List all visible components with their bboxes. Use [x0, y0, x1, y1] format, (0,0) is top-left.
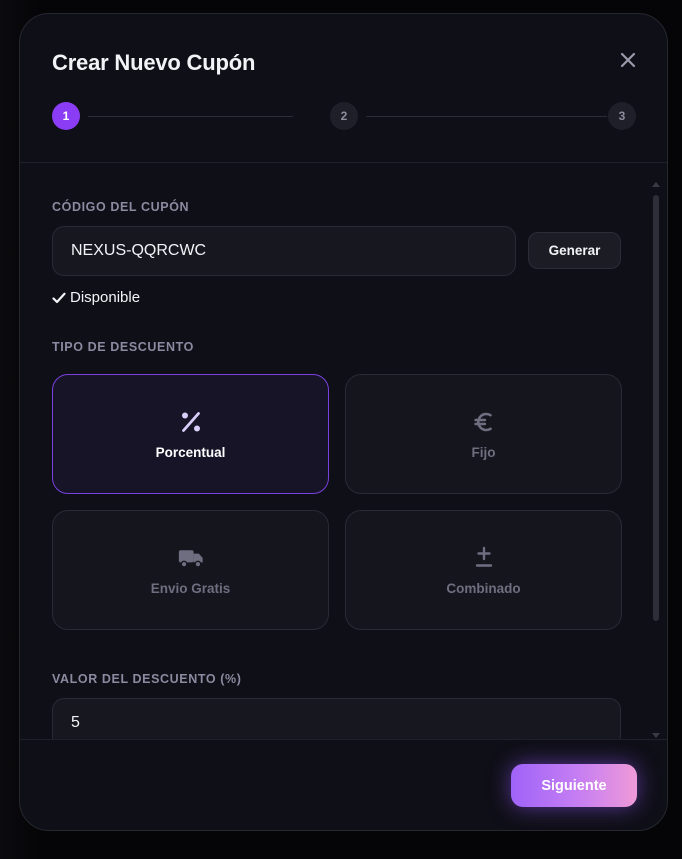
generate-button[interactable]: Generar — [528, 232, 621, 269]
discount-type-label-combined: Combinado — [446, 580, 521, 596]
check-icon — [52, 292, 66, 303]
availability-status: Disponible — [52, 289, 140, 306]
modal-title: Crear Nuevo Cupón — [52, 50, 256, 75]
discount-type-label-fixed: Fijo — [471, 444, 496, 460]
scrollbar-thumb[interactable] — [653, 195, 659, 621]
coupon-code-input[interactable] — [52, 226, 516, 276]
discount-type-percent[interactable]: Porcentual — [52, 374, 329, 494]
step-2: 2 — [330, 102, 358, 130]
percent-icon — [178, 409, 204, 435]
discount-type-label-percent: Porcentual — [155, 444, 226, 460]
next-button[interactable]: Siguiente — [511, 764, 637, 807]
truck-icon — [178, 545, 204, 571]
stepper: 1 2 3 — [52, 102, 637, 132]
discount-type-label: TIPO DE DESCUENTO — [52, 340, 194, 354]
create-coupon-modal: Crear Nuevo Cupón 1 2 3 CÓDIGO DEL CUPÓN… — [19, 13, 668, 831]
discount-value-input[interactable] — [52, 698, 621, 739]
euro-icon — [471, 409, 497, 435]
modal-body: CÓDIGO DEL CUPÓN Generar Disponible TIPO… — [20, 163, 667, 739]
scroll-up-icon[interactable] — [652, 181, 660, 187]
coupon-code-label: CÓDIGO DEL CUPÓN — [52, 200, 190, 214]
close-icon — [620, 52, 636, 68]
availability-text: Disponible — [70, 289, 141, 306]
close-button[interactable] — [616, 48, 640, 72]
step-3: 3 — [608, 102, 636, 130]
step-1: 1 — [52, 102, 80, 130]
discount-type-fixed[interactable]: Fijo — [345, 374, 622, 494]
plus-minus-icon — [471, 545, 497, 571]
discount-type-combined[interactable]: Combinado — [345, 510, 622, 630]
discount-value-label: VALOR DEL DESCUENTO (%) — [52, 672, 242, 686]
discount-type-label-free-shipping: Envio Gratis — [150, 580, 231, 596]
step-connector — [366, 116, 607, 117]
footer-divider — [20, 739, 667, 740]
scrollbar[interactable] — [652, 181, 660, 739]
step-connector — [88, 116, 293, 117]
discount-type-free-shipping[interactable]: Envio Gratis — [52, 510, 329, 630]
